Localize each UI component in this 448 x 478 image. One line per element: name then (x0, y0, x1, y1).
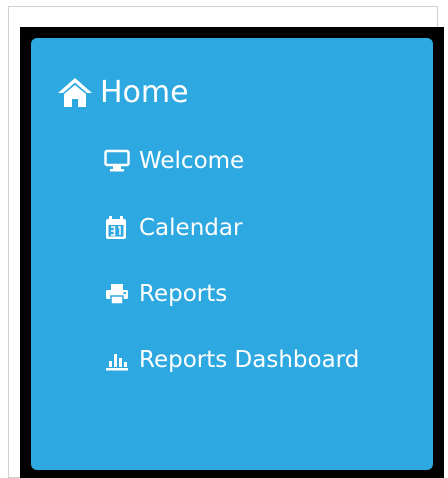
printer-icon (104, 281, 134, 307)
menu-item-reports[interactable]: Reports (104, 277, 227, 311)
home-icon (56, 76, 94, 108)
menu-item-label: Reports (139, 281, 228, 307)
menu-item-label: Calendar (139, 215, 243, 241)
menu-item-label: Welcome (139, 148, 245, 174)
menu-item-welcome[interactable]: Welcome (104, 144, 244, 178)
menu-item-home[interactable]: Home (56, 70, 189, 114)
menu-item-calendar[interactable]: Calendar (104, 211, 242, 245)
menu-item-label: Home (100, 74, 189, 110)
menu-item-reports-dashboard[interactable]: Reports Dashboard (104, 343, 359, 377)
menu-item-label: Reports Dashboard (139, 347, 360, 373)
bar-chart-icon (104, 347, 134, 373)
calendar-icon (104, 215, 134, 241)
monitor-icon (104, 148, 134, 174)
